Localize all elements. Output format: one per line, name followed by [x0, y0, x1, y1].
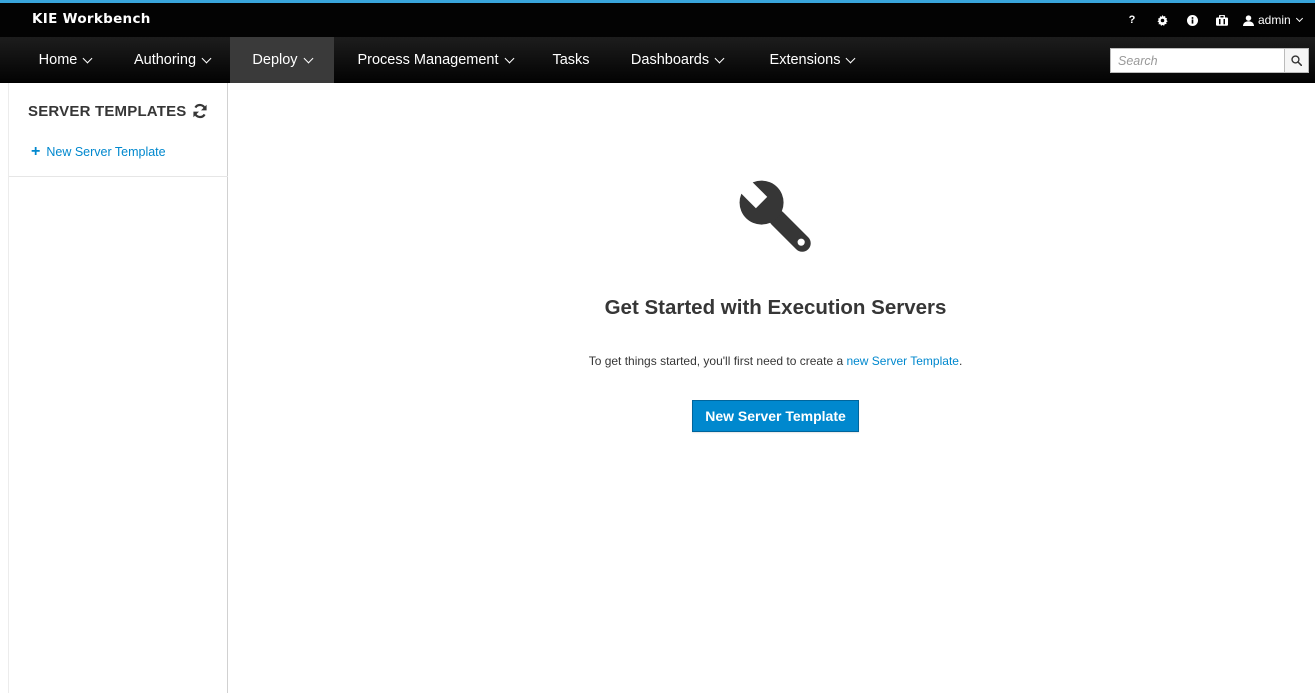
nav-process-management[interactable]: Process Management — [340, 37, 530, 83]
sidebar-title: SERVER TEMPLATES — [28, 103, 187, 120]
info-button[interactable] — [1177, 3, 1207, 37]
nav-dashboards[interactable]: Dashboards — [612, 37, 742, 83]
sidebar-divider — [9, 176, 228, 177]
nav-tasks[interactable]: Tasks — [536, 37, 606, 83]
utility-menu: ? admin — [1117, 3, 1306, 37]
description-text: To get things started, you'll first need… — [588, 354, 847, 368]
chevron-down-icon — [303, 53, 314, 63]
nav-label: Dashboards — [630, 52, 710, 68]
nav-label: Deploy — [252, 52, 298, 68]
user-name: admin — [1258, 13, 1291, 27]
new-server-template-link[interactable]: + New Server Template — [31, 143, 166, 160]
apps-button[interactable] — [1207, 3, 1237, 37]
brand-title: KIE Workbench — [32, 11, 151, 27]
nav-label: Process Management — [357, 52, 499, 68]
help-button[interactable]: ? — [1117, 3, 1147, 37]
top-bar: KIE Workbench ? admin — [0, 3, 1315, 37]
plus-icon: + — [31, 143, 41, 160]
chevron-down-icon — [82, 53, 93, 63]
description-period: . — [958, 354, 963, 368]
briefcase-icon — [1216, 14, 1228, 26]
empty-state-description: To get things started, you'll first need… — [228, 354, 1315, 368]
refresh-icon — [193, 103, 207, 119]
help-icon: ? — [1128, 14, 1136, 26]
main-nav: Home Authoring Deploy Process Management… — [0, 37, 1315, 83]
nav-authoring[interactable]: Authoring — [114, 37, 230, 83]
refresh-button[interactable] — [192, 103, 210, 121]
search-input[interactable] — [1110, 48, 1284, 73]
chevron-down-icon — [846, 53, 856, 63]
nav-label: Home — [38, 52, 78, 68]
new-server-template-label: New Server Template — [46, 145, 166, 159]
search-button[interactable] — [1284, 48, 1309, 73]
new-server-template-inline-link[interactable]: new Server Template — [846, 354, 959, 368]
wrench-icon — [736, 177, 811, 252]
nav-label: Extensions — [769, 52, 841, 68]
chevron-down-icon — [201, 53, 212, 63]
settings-button[interactable] — [1147, 3, 1177, 37]
user-icon — [1243, 14, 1254, 26]
info-icon — [1186, 14, 1198, 26]
nav-deploy[interactable]: Deploy — [230, 37, 334, 83]
main-content: Get Started with Execution Servers To ge… — [228, 83, 1315, 693]
sidebar: SERVER TEMPLATES + New Server Template — [8, 83, 228, 693]
search-box — [1110, 48, 1309, 73]
chevron-down-icon — [714, 53, 725, 63]
gear-icon — [1156, 14, 1168, 26]
empty-state-heading: Get Started with Execution Servers — [604, 296, 947, 319]
nav-home[interactable]: Home — [16, 37, 114, 83]
nav-label: Tasks — [552, 52, 590, 68]
nav-label: Authoring — [133, 52, 197, 68]
chevron-down-icon — [1295, 14, 1303, 22]
user-menu[interactable]: admin — [1237, 3, 1306, 37]
nav-extensions[interactable]: Extensions — [750, 37, 874, 83]
new-server-template-button[interactable]: New Server Template — [692, 400, 859, 432]
search-icon — [1291, 55, 1302, 66]
chevron-down-icon — [504, 53, 514, 63]
